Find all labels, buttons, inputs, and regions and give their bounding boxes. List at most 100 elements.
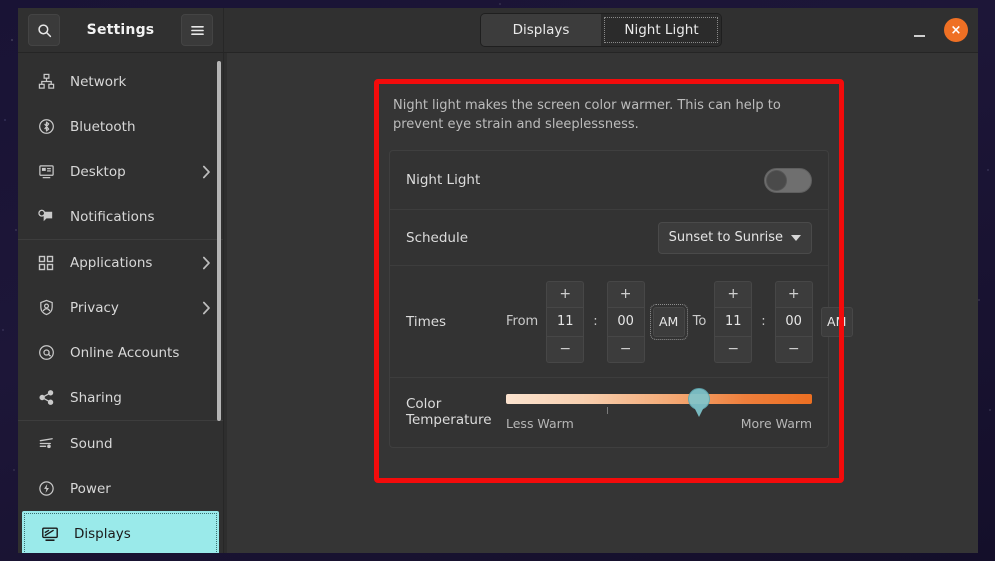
sidebar-item-network[interactable]: Network: [18, 59, 223, 104]
sidebar-group-3: Sound Power Displays: [18, 420, 223, 553]
sidebar-navigation: Network Bluetooth Desktop Notifications …: [18, 53, 224, 553]
chevron-down-icon: [791, 234, 801, 241]
sidebar-item-label: Applications: [70, 254, 153, 271]
sidebar-item-label: Network: [70, 73, 127, 90]
chevron-right-icon: [202, 165, 211, 179]
sidebar-item-label: Notifications: [70, 208, 155, 225]
chevron-right-icon: [202, 256, 211, 270]
to-hour-decrement-button[interactable]: −: [714, 336, 753, 363]
to-minute-increment-button[interactable]: +: [774, 280, 813, 307]
sidebar-item-bluetooth[interactable]: Bluetooth: [18, 104, 223, 149]
sidebar-item-label: Bluetooth: [70, 118, 136, 135]
main-menu-button[interactable]: [181, 14, 213, 46]
night-light-settings-card: Night Light Schedule Sunset to Sunrise T…: [389, 150, 853, 449]
night-light-toggle-row: Night Light: [390, 151, 828, 209]
times-label: Times: [406, 313, 447, 330]
hamburger-menu-icon: [190, 24, 205, 37]
to-hour-value[interactable]: 11: [714, 306, 753, 337]
window-controls: ×: [908, 8, 968, 52]
sidebar-item-label: Online Accounts: [70, 344, 180, 361]
slider-min-label: Less Warm: [506, 416, 574, 432]
sidebar-item-displays[interactable]: Displays: [22, 511, 219, 553]
to-meridiem-button[interactable]: AM: [820, 306, 853, 337]
from-hour-increment-button[interactable]: +: [546, 280, 585, 307]
window-titlebar: Settings Displays Night Light ×: [18, 8, 978, 53]
times-row: Times From + 11 − : + 00 − AM To + 11 − …: [390, 265, 853, 377]
slider-handle[interactable]: [687, 388, 710, 411]
to-time-colon: :: [761, 314, 766, 330]
sidebar-item-applications[interactable]: Applications: [18, 240, 223, 285]
search-icon: [37, 23, 52, 38]
sidebar-item-online-accounts[interactable]: Online Accounts: [18, 330, 223, 375]
times-controls: From + 11 − : + 00 − AM To + 11 −: + 00…: [506, 280, 853, 363]
chevron-right-icon: [202, 301, 211, 315]
power-bolt-icon: [36, 479, 56, 499]
from-minute-value[interactable]: 00: [606, 306, 645, 337]
minimize-button[interactable]: [908, 19, 930, 41]
network-icon: [36, 72, 56, 92]
toggle-knob: [766, 169, 787, 191]
from-meridiem-button[interactable]: AM: [649, 303, 688, 340]
to-hour-increment-button[interactable]: +: [714, 280, 753, 307]
from-minute-decrement-button[interactable]: −: [606, 336, 645, 363]
close-button[interactable]: ×: [944, 18, 968, 42]
from-hour-decrement-button[interactable]: −: [546, 336, 585, 363]
sound-icon: [36, 434, 56, 454]
sidebar-item-sharing[interactable]: Sharing: [18, 375, 223, 420]
sidebar-item-label: Sharing: [70, 389, 122, 406]
sidebar-group-2: Applications Privacy Online Accounts Sha…: [18, 239, 223, 420]
night-light-toggle-switch[interactable]: [764, 167, 812, 193]
share-icon: [36, 388, 56, 408]
sidebar-item-label: Displays: [74, 525, 131, 542]
sidebar-group-1: Network Bluetooth Desktop Notifications: [18, 59, 223, 239]
night-light-panel: Night light makes the screen color warme…: [379, 84, 853, 449]
schedule-label: Schedule: [406, 229, 469, 246]
app-title: Settings: [86, 22, 155, 38]
to-hour-spinner: + 11 −: [714, 280, 753, 363]
sidebar-item-label: Power: [70, 480, 111, 497]
slider-max-label: More Warm: [740, 416, 812, 432]
bluetooth-icon: [36, 117, 56, 137]
sidebar-item-label: Sound: [70, 435, 113, 452]
window-body: Network Bluetooth Desktop Notifications …: [18, 53, 978, 553]
search-button[interactable]: [28, 14, 60, 46]
sidebar-item-notifications[interactable]: Notifications: [18, 194, 223, 239]
night-light-description: Night light makes the screen color warme…: [393, 98, 781, 133]
tab-displays[interactable]: Displays: [481, 14, 601, 46]
view-tabs: Displays Night Light: [480, 13, 722, 47]
desktop-icon: [36, 162, 56, 182]
to-minute-value[interactable]: 00: [774, 306, 813, 337]
slider-track[interactable]: [506, 388, 812, 415]
titlebar-right-section: Displays Night Light ×: [224, 8, 978, 52]
at-sign-icon: [36, 343, 56, 363]
slider-endpoint-labels: Less Warm More Warm: [506, 416, 812, 431]
from-time-colon: :: [593, 314, 598, 330]
sidebar-item-privacy[interactable]: Privacy: [18, 285, 223, 330]
from-label: From: [506, 314, 539, 330]
sidebar-item-sound[interactable]: Sound: [18, 421, 223, 466]
to-label: To: [692, 314, 707, 330]
sidebar-item-power[interactable]: Power: [18, 466, 223, 511]
color-temperature-label: Color Temperature: [406, 395, 492, 428]
color-temperature-slider[interactable]: Less Warm More Warm: [506, 388, 812, 431]
applications-grid-icon: [36, 253, 56, 273]
privacy-shield-icon: [36, 298, 56, 318]
color-temperature-row: Color Temperature Less Warm More Warm: [390, 377, 828, 447]
sidebar-scrollbar[interactable]: [217, 61, 221, 421]
from-hour-value[interactable]: 11: [546, 306, 585, 337]
sidebar-item-desktop[interactable]: Desktop: [18, 149, 223, 194]
tab-night-light[interactable]: Night Light: [601, 14, 721, 46]
titlebar-left-section: Settings: [18, 8, 224, 52]
night-light-toggle-label: Night Light: [406, 172, 481, 189]
sidebar-item-label: Privacy: [70, 299, 119, 316]
content-scrollbar[interactable]: [224, 53, 227, 553]
slider-tick-mark: [606, 407, 608, 415]
to-minute-decrement-button[interactable]: −: [774, 336, 813, 363]
from-minute-spinner: + 00 −: [606, 280, 645, 363]
schedule-row: Schedule Sunset to Sunrise: [390, 209, 828, 265]
to-minute-spinner: + 00 −: [774, 280, 813, 363]
settings-window: Settings Displays Night Light × Network …: [18, 8, 978, 553]
schedule-dropdown[interactable]: Sunset to Sunrise: [657, 221, 812, 254]
sidebar-item-label: Desktop: [70, 163, 126, 180]
from-minute-increment-button[interactable]: +: [606, 280, 645, 307]
